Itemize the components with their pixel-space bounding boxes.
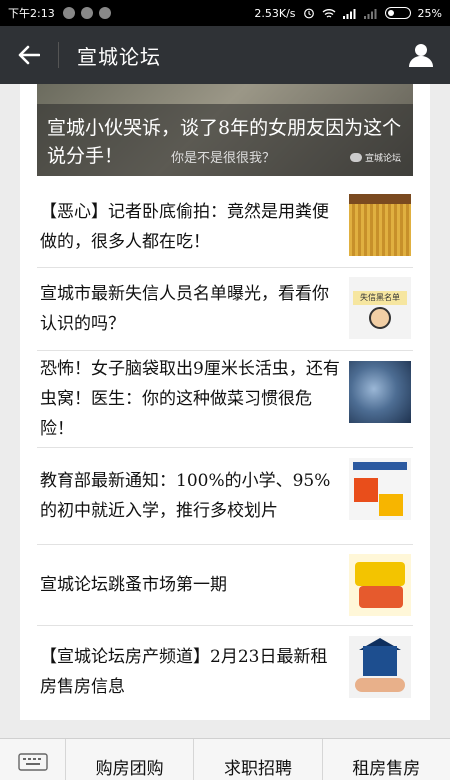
list-item[interactable]: 宣城论坛跳蚤市场第一期: [37, 545, 413, 626]
user-icon: [409, 44, 433, 67]
article-thumbnail: 失信黑名单: [349, 277, 411, 339]
article-thumbnail: [349, 554, 411, 616]
profile-button[interactable]: [392, 26, 450, 84]
network-speed: 2.53K/s: [254, 6, 296, 20]
thumb-label: 失信黑名单: [353, 291, 407, 305]
status-time: 下午2:13: [8, 7, 55, 20]
list-item[interactable]: 恐怖！女子脑袋取出9厘米长活虫，还有虫窝！医生：你的这种做菜习惯很危险！: [37, 351, 413, 448]
signal-off-icon: [363, 8, 377, 19]
menu-item-jobs[interactable]: 求职招聘: [194, 739, 323, 780]
bottom-menu: 购房团购 求职招聘 租房售房: [0, 738, 450, 780]
hero-watermark-text: 宣城论坛: [364, 154, 401, 164]
battery-level: 25%: [417, 6, 442, 20]
wifi-icon: [322, 8, 335, 18]
notification-icon: [98, 7, 111, 19]
list-item-title: 宣城市最新失信人员名单曝光，看看你认识的吗？: [40, 284, 329, 334]
list-item-title: 【恶心】记者卧底偷拍：竟然是用粪便做的，很多人都在吃！: [40, 201, 329, 252]
notification-icon: [80, 7, 93, 19]
article-list: 【恶心】记者卧底偷拍：竟然是用粪便做的，很多人都在吃！ 宣城市最新失信人员名单曝…: [37, 186, 413, 718]
hero-caption: 你是不是很很我？: [171, 150, 276, 165]
list-item[interactable]: 教育部最新通知：100%的小学、95%的初中就近入学，推行多校划片: [37, 448, 413, 545]
signal-icon: [342, 8, 356, 19]
list-item-title: 教育部最新通知：100%的小学、95%的初中就近入学，推行多校划片: [40, 471, 331, 521]
arrow-left-icon: [18, 45, 40, 65]
keyboard-icon: [17, 753, 48, 771]
list-item[interactable]: 宣城市最新失信人员名单曝光，看看你认识的吗？ 失信黑名单: [37, 268, 413, 351]
back-button[interactable]: [0, 26, 58, 84]
article-list-card: 宣城小伙哭诉，谈了8年的女朋友因为这个说分手！ 你是不是很很我？ 宣城论坛 【恶…: [20, 84, 430, 720]
battery-icon: [384, 7, 411, 19]
hero-article[interactable]: 宣城小伙哭诉，谈了8年的女朋友因为这个说分手！ 你是不是很很我？ 宣城论坛: [37, 84, 413, 176]
article-thumbnail: [349, 361, 411, 423]
list-item-title: 【宣城论坛房产频道】2月23日最新租房售房信息: [40, 647, 328, 697]
list-item-title: 恐怖！女子脑袋取出9厘米长活虫，还有虫窝！医生：你的这种做菜习惯很危险！: [40, 359, 340, 439]
status-bar: 下午2:13 2.53K/s 25%: [0, 0, 450, 26]
article-thumbnail: [349, 458, 411, 520]
page-title: 宣城论坛: [77, 44, 161, 69]
menu-item-group-buy[interactable]: 购房团购: [66, 739, 195, 780]
hero-watermark: 宣城论坛: [349, 151, 401, 164]
menu-item-rental[interactable]: 租房售房: [323, 739, 450, 780]
article-thumbnail: [349, 636, 411, 698]
header-divider: [58, 42, 59, 68]
list-item[interactable]: 【宣城论坛房产频道】2月23日最新租房售房信息: [37, 626, 413, 718]
app-header: 宣城论坛: [0, 26, 450, 84]
list-item[interactable]: 【恶心】记者卧底偷拍：竟然是用粪便做的，很多人都在吃！: [37, 186, 413, 268]
article-thumbnail: [349, 194, 411, 256]
list-item-title: 宣城论坛跳蚤市场第一期: [40, 575, 227, 595]
keyboard-button[interactable]: [0, 739, 66, 780]
alarm-icon: [303, 8, 314, 19]
wechat-icon: [349, 153, 362, 162]
notification-icon: [62, 7, 75, 19]
